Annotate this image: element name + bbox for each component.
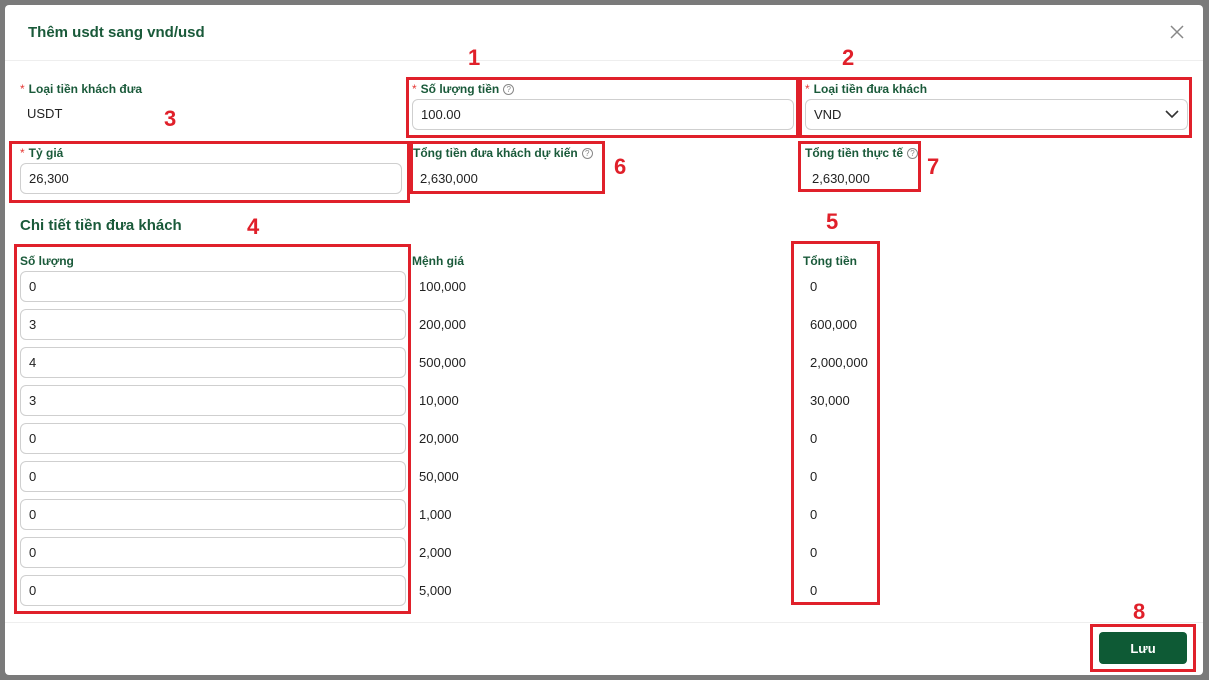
denomination-value: 100,000 [419,279,466,294]
details-title: Chi tiết tiền đưa khách [20,217,182,234]
rate-label: * Tỷ giá [20,146,64,160]
expected-total-value: 2,630,000 [420,171,478,186]
row-total-value: 30,000 [810,393,850,408]
currency-given-value: USDT [27,106,63,121]
required-asterisk: * [412,82,417,96]
denomination-value: 2,000 [419,545,452,560]
chevron-down-icon [1165,110,1179,119]
actual-total-label: Tổng tiền thực tế? [805,146,919,160]
annotation-number-7: 7 [927,154,940,179]
quantity-input[interactable] [20,499,406,530]
row-total-value: 0 [810,469,818,484]
save-button[interactable]: Lưu [1099,632,1187,664]
denomination-value: 200,000 [419,317,466,332]
modal-title: Thêm usdt sang vnd/usd [28,24,205,41]
quantity-input[interactable] [20,461,406,492]
annotation-number-8: 8 [1133,599,1146,624]
denomination-header: Mệnh giá [412,254,465,268]
total-header: Tổng tiền [803,254,857,268]
actual-total-value: 2,630,000 [812,171,870,186]
row-total-value: 600,000 [810,317,857,332]
expected-total-label: Tổng tiền đưa khách dự kiến? [413,146,593,160]
denomination-value: 50,000 [419,469,459,484]
quantity-input[interactable] [20,537,406,568]
help-icon: ? [503,84,515,95]
header-divider [5,60,1203,61]
row-total-value: 2,000,000 [810,355,868,370]
annotation-box-5 [791,241,880,605]
required-asterisk: * [20,82,25,96]
annotation-number-4: 4 [247,214,260,239]
currency-return-label: * Loại tiền đưa khách [805,82,928,96]
denomination-value: 10,000 [419,393,459,408]
row-total-value: 0 [810,545,818,560]
annotation-number-3: 3 [164,106,177,131]
add-usdt-modal: Thêm usdt sang vnd/usd * Loại tiền khách … [5,5,1203,675]
help-icon: ? [581,148,593,159]
quantity-header: Số lượng [20,254,74,268]
annotation-number-6: 6 [614,154,627,179]
required-asterisk: * [805,82,810,96]
currency-given-label: * Loại tiền khách đưa [20,82,143,96]
row-total-value: 0 [810,507,818,522]
footer-divider [5,622,1203,623]
currency-return-value: VND [814,107,842,122]
amount-input[interactable] [412,99,794,130]
quantity-input[interactable] [20,385,406,416]
required-asterisk: * [20,146,25,160]
amount-label: * Số lượng tiền? [412,82,515,96]
quantity-input[interactable] [20,271,406,302]
annotation-number-5: 5 [826,209,839,234]
quantity-input[interactable] [20,347,406,378]
row-total-value: 0 [810,431,818,446]
currency-return-select[interactable]: VND [805,99,1188,130]
quantity-input[interactable] [20,575,406,606]
quantity-input[interactable] [20,309,406,340]
denomination-value: 500,000 [419,355,466,370]
close-icon[interactable] [1167,22,1187,42]
row-total-value: 0 [810,279,818,294]
denomination-value: 1,000 [419,507,452,522]
denomination-value: 20,000 [419,431,459,446]
row-total-value: 0 [810,583,818,598]
quantity-input[interactable] [20,423,406,454]
help-icon: ? [907,148,919,159]
denomination-value: 5,000 [419,583,452,598]
annotation-number-1: 1 [468,45,481,70]
rate-input[interactable] [20,163,402,194]
annotation-number-2: 2 [842,45,855,70]
